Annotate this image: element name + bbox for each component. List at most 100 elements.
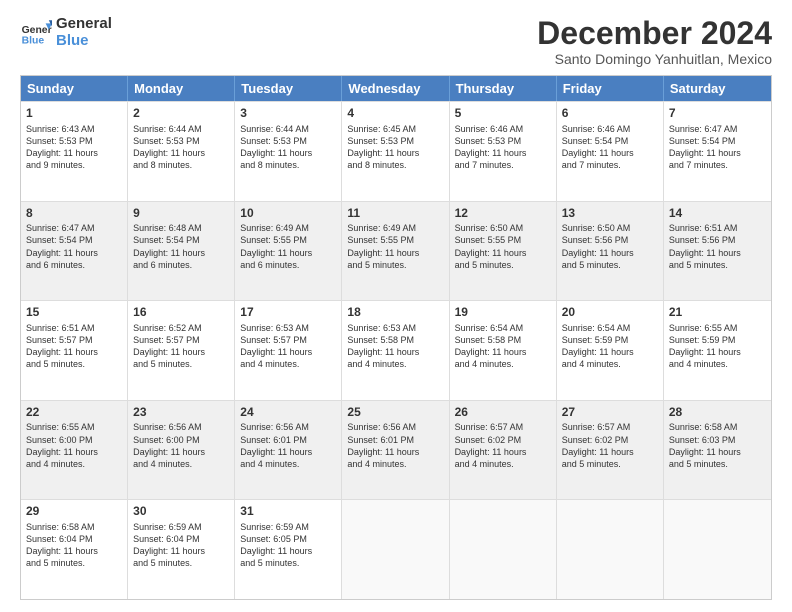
day-number: 4 <box>347 106 443 122</box>
table-row: 17Sunrise: 6:53 AMSunset: 5:57 PMDayligh… <box>235 301 342 400</box>
page: General Blue General Blue December 2024 … <box>0 0 792 612</box>
day-info: Sunrise: 6:58 AMSunset: 6:04 PMDaylight:… <box>26 521 122 570</box>
day-info: Sunrise: 6:58 AMSunset: 6:03 PMDaylight:… <box>669 421 766 470</box>
table-row: 28Sunrise: 6:58 AMSunset: 6:03 PMDayligh… <box>664 401 771 500</box>
calendar-header: Sunday Monday Tuesday Wednesday Thursday… <box>21 76 771 101</box>
day-number: 28 <box>669 405 766 421</box>
day-info: Sunrise: 6:52 AMSunset: 5:57 PMDaylight:… <box>133 322 229 371</box>
day-info: Sunrise: 6:53 AMSunset: 5:58 PMDaylight:… <box>347 322 443 371</box>
header-monday: Monday <box>128 76 235 101</box>
day-number: 9 <box>133 206 229 222</box>
day-number: 24 <box>240 405 336 421</box>
day-info: Sunrise: 6:47 AMSunset: 5:54 PMDaylight:… <box>669 123 766 172</box>
day-number: 21 <box>669 305 766 321</box>
day-info: Sunrise: 6:49 AMSunset: 5:55 PMDaylight:… <box>240 222 336 271</box>
day-number: 13 <box>562 206 658 222</box>
subtitle: Santo Domingo Yanhuitlan, Mexico <box>537 51 772 67</box>
day-number: 18 <box>347 305 443 321</box>
day-number: 11 <box>347 206 443 222</box>
day-number: 27 <box>562 405 658 421</box>
table-row: 1Sunrise: 6:43 AMSunset: 5:53 PMDaylight… <box>21 102 128 201</box>
table-row: 19Sunrise: 6:54 AMSunset: 5:58 PMDayligh… <box>450 301 557 400</box>
day-info: Sunrise: 6:45 AMSunset: 5:53 PMDaylight:… <box>347 123 443 172</box>
table-row: 6Sunrise: 6:46 AMSunset: 5:54 PMDaylight… <box>557 102 664 201</box>
day-info: Sunrise: 6:51 AMSunset: 5:56 PMDaylight:… <box>669 222 766 271</box>
svg-text:Blue: Blue <box>22 35 45 46</box>
table-row: 22Sunrise: 6:55 AMSunset: 6:00 PMDayligh… <box>21 401 128 500</box>
header-tuesday: Tuesday <box>235 76 342 101</box>
main-title: December 2024 <box>537 16 772 51</box>
table-row: 23Sunrise: 6:56 AMSunset: 6:00 PMDayligh… <box>128 401 235 500</box>
day-info: Sunrise: 6:54 AMSunset: 5:59 PMDaylight:… <box>562 322 658 371</box>
day-number: 29 <box>26 504 122 520</box>
day-info: Sunrise: 6:55 AMSunset: 5:59 PMDaylight:… <box>669 322 766 371</box>
day-info: Sunrise: 6:46 AMSunset: 5:53 PMDaylight:… <box>455 123 551 172</box>
header-wednesday: Wednesday <box>342 76 449 101</box>
day-number: 10 <box>240 206 336 222</box>
day-number: 15 <box>26 305 122 321</box>
table-row: 21Sunrise: 6:55 AMSunset: 5:59 PMDayligh… <box>664 301 771 400</box>
day-info: Sunrise: 6:51 AMSunset: 5:57 PMDaylight:… <box>26 322 122 371</box>
calendar-row-2: 8Sunrise: 6:47 AMSunset: 5:54 PMDaylight… <box>21 201 771 301</box>
table-row: 13Sunrise: 6:50 AMSunset: 5:56 PMDayligh… <box>557 202 664 301</box>
logo: General Blue General Blue <box>20 16 112 49</box>
day-info: Sunrise: 6:59 AMSunset: 6:05 PMDaylight:… <box>240 521 336 570</box>
table-row: 7Sunrise: 6:47 AMSunset: 5:54 PMDaylight… <box>664 102 771 201</box>
day-number: 5 <box>455 106 551 122</box>
table-row: 3Sunrise: 6:44 AMSunset: 5:53 PMDaylight… <box>235 102 342 201</box>
table-row: 4Sunrise: 6:45 AMSunset: 5:53 PMDaylight… <box>342 102 449 201</box>
title-block: December 2024 Santo Domingo Yanhuitlan, … <box>537 16 772 67</box>
table-row <box>557 500 664 599</box>
day-number: 20 <box>562 305 658 321</box>
table-row <box>450 500 557 599</box>
day-info: Sunrise: 6:43 AMSunset: 5:53 PMDaylight:… <box>26 123 122 172</box>
day-number: 17 <box>240 305 336 321</box>
day-number: 16 <box>133 305 229 321</box>
header: General Blue General Blue December 2024 … <box>20 16 772 67</box>
calendar-row-1: 1Sunrise: 6:43 AMSunset: 5:53 PMDaylight… <box>21 101 771 201</box>
logo-icon: General Blue <box>20 17 52 49</box>
calendar-row-4: 22Sunrise: 6:55 AMSunset: 6:00 PMDayligh… <box>21 400 771 500</box>
table-row: 20Sunrise: 6:54 AMSunset: 5:59 PMDayligh… <box>557 301 664 400</box>
day-number: 8 <box>26 206 122 222</box>
day-info: Sunrise: 6:47 AMSunset: 5:54 PMDaylight:… <box>26 222 122 271</box>
table-row: 18Sunrise: 6:53 AMSunset: 5:58 PMDayligh… <box>342 301 449 400</box>
header-sunday: Sunday <box>21 76 128 101</box>
table-row: 29Sunrise: 6:58 AMSunset: 6:04 PMDayligh… <box>21 500 128 599</box>
day-info: Sunrise: 6:50 AMSunset: 5:56 PMDaylight:… <box>562 222 658 271</box>
calendar: Sunday Monday Tuesday Wednesday Thursday… <box>20 75 772 600</box>
calendar-row-3: 15Sunrise: 6:51 AMSunset: 5:57 PMDayligh… <box>21 300 771 400</box>
header-thursday: Thursday <box>450 76 557 101</box>
calendar-body: 1Sunrise: 6:43 AMSunset: 5:53 PMDaylight… <box>21 101 771 599</box>
table-row: 16Sunrise: 6:52 AMSunset: 5:57 PMDayligh… <box>128 301 235 400</box>
day-number: 31 <box>240 504 336 520</box>
header-saturday: Saturday <box>664 76 771 101</box>
day-info: Sunrise: 6:54 AMSunset: 5:58 PMDaylight:… <box>455 322 551 371</box>
logo-name: General Blue <box>56 16 112 49</box>
day-info: Sunrise: 6:57 AMSunset: 6:02 PMDaylight:… <box>455 421 551 470</box>
table-row: 24Sunrise: 6:56 AMSunset: 6:01 PMDayligh… <box>235 401 342 500</box>
table-row: 27Sunrise: 6:57 AMSunset: 6:02 PMDayligh… <box>557 401 664 500</box>
table-row: 10Sunrise: 6:49 AMSunset: 5:55 PMDayligh… <box>235 202 342 301</box>
day-number: 22 <box>26 405 122 421</box>
day-number: 19 <box>455 305 551 321</box>
day-info: Sunrise: 6:55 AMSunset: 6:00 PMDaylight:… <box>26 421 122 470</box>
day-info: Sunrise: 6:56 AMSunset: 6:01 PMDaylight:… <box>347 421 443 470</box>
day-number: 26 <box>455 405 551 421</box>
day-number: 14 <box>669 206 766 222</box>
table-row <box>664 500 771 599</box>
table-row: 8Sunrise: 6:47 AMSunset: 5:54 PMDaylight… <box>21 202 128 301</box>
table-row: 9Sunrise: 6:48 AMSunset: 5:54 PMDaylight… <box>128 202 235 301</box>
day-info: Sunrise: 6:56 AMSunset: 6:01 PMDaylight:… <box>240 421 336 470</box>
table-row: 11Sunrise: 6:49 AMSunset: 5:55 PMDayligh… <box>342 202 449 301</box>
calendar-row-5: 29Sunrise: 6:58 AMSunset: 6:04 PMDayligh… <box>21 499 771 599</box>
day-number: 12 <box>455 206 551 222</box>
table-row: 14Sunrise: 6:51 AMSunset: 5:56 PMDayligh… <box>664 202 771 301</box>
header-friday: Friday <box>557 76 664 101</box>
day-number: 6 <box>562 106 658 122</box>
table-row: 15Sunrise: 6:51 AMSunset: 5:57 PMDayligh… <box>21 301 128 400</box>
day-number: 30 <box>133 504 229 520</box>
table-row: 25Sunrise: 6:56 AMSunset: 6:01 PMDayligh… <box>342 401 449 500</box>
table-row: 26Sunrise: 6:57 AMSunset: 6:02 PMDayligh… <box>450 401 557 500</box>
day-info: Sunrise: 6:49 AMSunset: 5:55 PMDaylight:… <box>347 222 443 271</box>
